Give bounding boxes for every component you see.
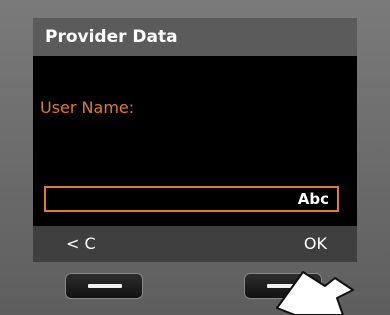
phone-handset: Provider Data User Name: Abc < C OK <box>0 0 390 315</box>
left-key-bar-icon <box>88 284 122 288</box>
pointer-hand-icon <box>276 271 354 315</box>
display-screen: Provider Data User Name: Abc < C OK <box>33 18 357 262</box>
softkey-bar: < C OK <box>33 226 357 262</box>
screen-title: Provider Data <box>45 27 178 47</box>
user-name-input[interactable]: Abc <box>44 186 339 212</box>
left-display-key[interactable] <box>65 273 143 299</box>
softkey-left-clear[interactable]: < C <box>66 234 96 253</box>
screen-title-bar: Provider Data <box>33 18 357 56</box>
user-name-label: User Name: <box>40 98 135 117</box>
input-mode-indicator: Abc <box>297 190 329 208</box>
softkey-right-ok[interactable]: OK <box>304 234 327 253</box>
